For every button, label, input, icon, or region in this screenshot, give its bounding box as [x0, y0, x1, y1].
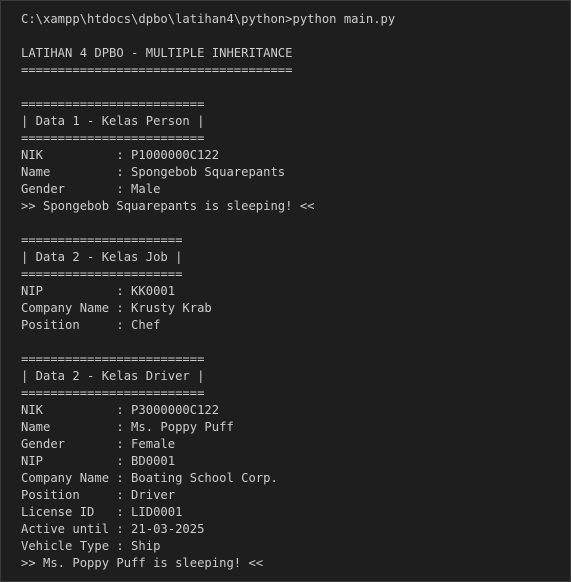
- job-rule-bottom: ======================: [21, 267, 183, 281]
- driver-section-header: | Data 2 - Kelas Driver |: [21, 369, 205, 383]
- job-field-position: Position : Chef: [21, 318, 161, 332]
- person-rule-bottom: =========================: [21, 131, 205, 145]
- title-rule: =====================================: [21, 63, 293, 77]
- driver-field-license: License ID : LID0001: [21, 505, 183, 519]
- person-sleep-message: >> Spongebob Squarepants is sleeping! <<: [21, 199, 315, 213]
- driver-rule-bottom: =========================: [21, 386, 205, 400]
- job-rule-top: ======================: [21, 233, 183, 247]
- job-field-nip: NIP : KK0001: [21, 284, 176, 298]
- person-section-header: | Data 1 - Kelas Person |: [21, 114, 205, 128]
- driver-field-active-until: Active until : 21-03-2025: [21, 522, 205, 536]
- driver-sleep-message: >> Ms. Poppy Puff is sleeping! <<: [21, 556, 264, 570]
- driver-rule-top: =========================: [21, 352, 205, 366]
- driver-field-company: Company Name : Boating School Corp.: [21, 471, 278, 485]
- driver-field-position: Position : Driver: [21, 488, 176, 502]
- command-prompt: C:\xampp\htdocs\dpbo\latihan4\python>pyt…: [21, 12, 396, 26]
- person-field-gender: Gender : Male: [21, 182, 161, 196]
- driver-field-nip: NIP : BD0001: [21, 454, 176, 468]
- job-section-header: | Data 2 - Kelas Job |: [21, 250, 183, 264]
- person-field-nik: NIK : P1000000C122: [21, 148, 220, 162]
- driver-field-vehicle: Vehicle Type : Ship: [21, 539, 161, 553]
- terminal-output[interactable]: C:\xampp\htdocs\dpbo\latihan4\python>pyt…: [0, 0, 571, 582]
- driver-field-name: Name : Ms. Poppy Puff: [21, 420, 234, 434]
- driver-field-gender: Gender : Female: [21, 437, 176, 451]
- person-rule-top: =========================: [21, 97, 205, 111]
- driver-field-nik: NIK : P3000000C122: [21, 403, 220, 417]
- program-title: LATIHAN 4 DPBO - MULTIPLE INHERITANCE: [21, 46, 293, 60]
- job-field-company: Company Name : Krusty Krab: [21, 301, 212, 315]
- person-field-name: Name : Spongebob Squarepants: [21, 165, 286, 179]
